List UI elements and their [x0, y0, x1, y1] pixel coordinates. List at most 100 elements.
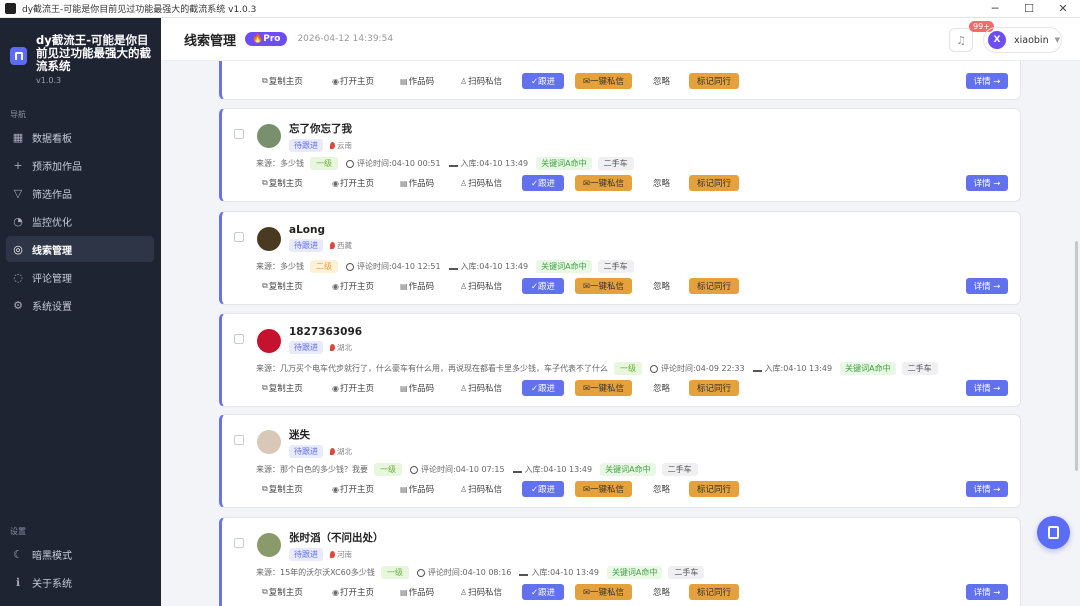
copy-home-link[interactable]: ⧉ 复制主页: [262, 483, 303, 495]
follow-button[interactable]: ✓跟进: [522, 380, 564, 396]
lead-checkbox[interactable]: [234, 435, 244, 445]
inbox-icon: [448, 263, 458, 270]
copy-home-link[interactable]: ⧉ 复制主页: [262, 75, 303, 87]
lead-checkbox[interactable]: [234, 129, 244, 139]
detail-button[interactable]: 详情 →: [966, 278, 1008, 294]
document-fab-button[interactable]: [1037, 516, 1070, 549]
scan-message-link[interactable]: ♙ 扫码私信: [460, 177, 502, 190]
comment-time-label: 评论时间:: [357, 262, 392, 271]
mark-peer-button[interactable]: 标记同行: [689, 481, 739, 497]
sidebar-item-gear[interactable]: ⚙ 系统设置: [6, 292, 154, 318]
close-button[interactable]: ✕: [1046, 0, 1080, 18]
ignore-link[interactable]: 忽略: [653, 75, 670, 87]
maximize-button[interactable]: ☐: [1012, 0, 1046, 18]
copy-home-link[interactable]: ⧉ 复制主页: [262, 280, 303, 292]
mark-peer-button[interactable]: 标记同行: [689, 73, 739, 89]
scrollbar-thumb[interactable]: [1075, 241, 1078, 471]
lead-name: 1827363096: [289, 326, 363, 338]
ignore-link[interactable]: 忽略: [653, 280, 670, 292]
open-home-icon: ◉: [332, 587, 339, 597]
lead-meta: 来源： 几万买个电车代步就行了，什么豪车有什么用，再说现在都看卡里多少钱，车子代表…: [256, 362, 938, 375]
sidebar-item-plus[interactable]: + 预添加作品: [6, 152, 154, 178]
open-home-link[interactable]: ◉ 打开主页: [332, 483, 374, 496]
follow-button[interactable]: ✓跟进: [522, 481, 564, 497]
open-home-icon: ◉: [332, 383, 339, 393]
open-home-link[interactable]: ◉ 打开主页: [332, 280, 374, 293]
info-icon: ℹ: [15, 575, 21, 589]
ignore-link[interactable]: 忽略: [653, 382, 670, 394]
one-click-message-button[interactable]: ✉一键私信: [575, 73, 632, 89]
mark-peer-button[interactable]: 标记同行: [689, 278, 739, 294]
lead-user-info: aLong 待跟进 西藏: [289, 224, 352, 252]
comment-time: 评论时间: 04-09 22:33: [650, 363, 745, 374]
lead-checkbox[interactable]: [234, 334, 244, 344]
detail-button[interactable]: 详情 →: [966, 584, 1008, 600]
sidebar-item-label: 关于系统: [32, 578, 72, 590]
lead-card: 张时滔（不问出处） 待跟进 河南 来源： 15年的沃尔沃XC60多少钱 一级 评论时间: 0…: [219, 517, 1021, 606]
scrollbar[interactable]: [1073, 61, 1080, 606]
detail-button[interactable]: 详情 →: [966, 73, 1008, 89]
works-code-link[interactable]: ▤ 作品码: [400, 177, 434, 190]
comment-time-value: 04-10 08:16: [462, 568, 512, 577]
one-click-message-button[interactable]: ✉一键私信: [575, 175, 632, 191]
sidebar-item-comment[interactable]: ◌ 评论管理: [6, 264, 154, 290]
copy-home-link[interactable]: ⧉ 复制主页: [262, 586, 303, 598]
copy-home-link[interactable]: ⧉ 复制主页: [262, 177, 303, 189]
mark-peer-button[interactable]: 标记同行: [689, 584, 739, 600]
minimize-button[interactable]: ─: [978, 0, 1012, 18]
bell-icon[interactable]: ♫: [949, 28, 973, 52]
scan-message-link[interactable]: ♙ 扫码私信: [460, 586, 502, 599]
one-click-message-button[interactable]: ✉一键私信: [575, 584, 632, 600]
copy-home-icon: ⧉: [262, 178, 268, 187]
follow-button[interactable]: ✓跟进: [522, 584, 564, 600]
sidebar-item-info[interactable]: ℹ 关于系统: [6, 569, 154, 595]
lead-checkbox[interactable]: [234, 538, 244, 548]
avatar: [257, 430, 281, 454]
scan-message-link[interactable]: ♙ 扫码私信: [460, 280, 502, 293]
sidebar-item-chart[interactable]: ▦ 数据看板: [6, 124, 154, 150]
one-click-message-button[interactable]: ✉一键私信: [575, 278, 632, 294]
works-code-link[interactable]: ▤ 作品码: [400, 280, 434, 293]
location-text: 湖北: [337, 343, 352, 352]
follow-button[interactable]: ✓跟进: [522, 278, 564, 294]
sidebar-item-gauge[interactable]: ◔ 监控优化: [6, 208, 154, 234]
follow-button[interactable]: ✓跟进: [522, 73, 564, 89]
sidebar-item-target[interactable]: ◎ 线索管理: [6, 236, 154, 262]
detail-button[interactable]: 详情 →: [966, 481, 1008, 497]
detail-button[interactable]: 详情 →: [966, 380, 1008, 396]
copy-home-link[interactable]: ⧉ 复制主页: [262, 382, 303, 394]
scan-message-icon: ♙: [460, 587, 468, 597]
follow-button[interactable]: ✓跟进: [522, 175, 564, 191]
detail-button[interactable]: 详情 →: [966, 175, 1008, 191]
user-menu[interactable]: X xiaobin ▼: [983, 27, 1062, 53]
moon-icon: ☾: [13, 547, 23, 561]
mark-peer-button[interactable]: 标记同行: [689, 380, 739, 396]
scan-message-link[interactable]: ♙ 扫码私信: [460, 382, 502, 395]
works-code-link[interactable]: ▤ 作品码: [400, 586, 434, 599]
works-code-link[interactable]: ▤ 作品码: [400, 483, 434, 496]
comment-time: 评论时间: 04-10 07:15: [410, 464, 505, 475]
works-code-link[interactable]: ▤ 作品码: [400, 382, 434, 395]
lead-card: 忘了你忘了我 待跟进 云南 来源： 多少钱 一级 评论时间: 04-10 00:51 入库: …: [219, 108, 1021, 202]
open-home-link[interactable]: ◉ 打开主页: [332, 586, 374, 599]
works-code-link[interactable]: ▤ 作品码: [400, 75, 434, 88]
mark-peer-button[interactable]: 标记同行: [689, 175, 739, 191]
location: 河南: [330, 549, 352, 560]
location-text: 云南: [337, 141, 352, 150]
location-pin-icon: [330, 242, 335, 249]
one-click-message-button[interactable]: ✉一键私信: [575, 380, 632, 396]
open-home-link[interactable]: ◉ 打开主页: [332, 382, 374, 395]
one-click-message-button[interactable]: ✉一键私信: [575, 481, 632, 497]
sidebar-item-moon[interactable]: ☾ 暗黑模式: [6, 541, 154, 567]
stored-time: 入库: 04-10 13:49: [448, 261, 528, 272]
lead-checkbox[interactable]: [234, 232, 244, 242]
open-home-link[interactable]: ◉ 打开主页: [332, 177, 374, 190]
scan-message-link[interactable]: ♙ 扫码私信: [460, 75, 502, 88]
ignore-link[interactable]: 忽略: [653, 177, 670, 189]
sidebar-item-filter[interactable]: ▽ 筛选作品: [6, 180, 154, 206]
scan-message-link[interactable]: ♙ 扫码私信: [460, 483, 502, 496]
sidebar-item-label: 评论管理: [32, 273, 72, 285]
ignore-link[interactable]: 忽略: [653, 586, 670, 598]
ignore-link[interactable]: 忽略: [653, 483, 670, 495]
open-home-link[interactable]: ◉ 打开主页: [332, 75, 374, 88]
